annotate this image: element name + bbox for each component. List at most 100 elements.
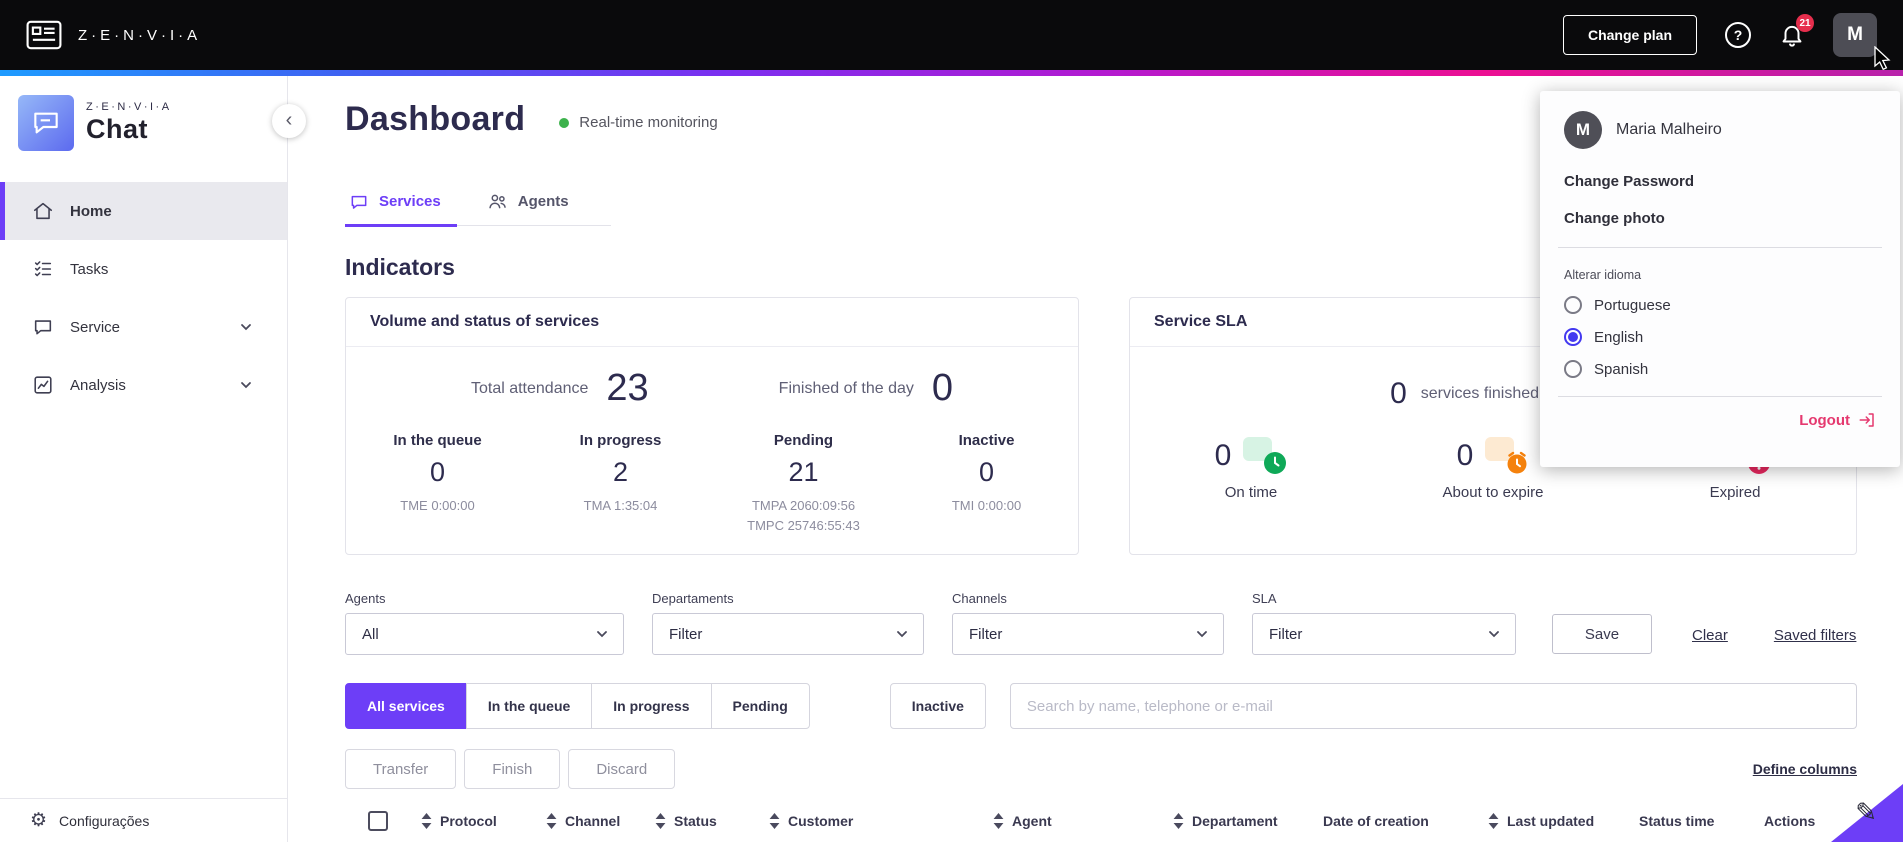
tab-label: Services [379,193,441,210]
sidebar-item-label: Service [70,318,121,336]
language-option-portuguese[interactable]: Portuguese [1564,296,1876,314]
filter-channels: Channels Filter [952,591,1224,655]
filter-agents: Agents All [345,591,624,655]
tab-bar: Services Agents [345,191,611,227]
departaments-select[interactable]: Filter [652,613,924,655]
menu-divider [1558,396,1882,397]
sidebar-item-label: Tasks [70,260,109,278]
radio-icon[interactable] [1564,360,1582,378]
column-header-date-of-creation[interactable]: Date of creation [1323,813,1488,829]
sidebar-item-label: Home [70,202,112,220]
notification-badge: 21 [1796,14,1814,32]
tasks-icon [32,258,54,280]
user-avatar[interactable]: M [1833,13,1877,57]
user-dropdown-menu: M Maria Malheiro Change Password Change … [1540,91,1900,467]
chat-bubble-icon [32,316,54,338]
column-header-status-time[interactable]: Status time [1639,813,1764,829]
language-option-spanish[interactable]: Spanish [1564,360,1876,378]
sidebar-item-service[interactable]: Service [0,298,287,356]
chat-logo-icon [18,95,74,151]
page-title: Dashboard [345,100,526,138]
sidebar-item-home[interactable]: Home [0,182,287,240]
column-header-departament[interactable]: Departament [1173,813,1323,829]
sla-stat-on-time: 0 On time [1130,437,1372,501]
tab-label: Agents [517,193,569,210]
sla-select[interactable]: Filter [1252,613,1516,655]
column-header-status[interactable]: Status [655,813,769,829]
segment-in-the-queue[interactable]: In the queue [465,683,593,729]
realtime-label: Real-time monitoring [579,114,718,131]
select-all-checkbox[interactable] [368,811,388,831]
change-plan-button[interactable]: Change plan [1562,15,1697,55]
volume-card-title: Volume and status of services [346,298,1078,347]
column-header-customer[interactable]: Customer [769,813,993,829]
pencil-icon[interactable]: ✎ [1855,797,1877,828]
help-icon[interactable]: ? [1725,22,1751,48]
column-header-agent[interactable]: Agent [993,813,1173,829]
filter-sla: SLA Filter [1252,591,1516,655]
sla-summary-value: 0 [1390,377,1407,410]
column-header-protocol[interactable]: Protocol [421,813,546,829]
finish-button[interactable]: Finish [464,749,561,789]
user-name: Maria Malheiro [1616,121,1722,138]
stat-inactive: Inactive 0 TMI 0:00:00 [951,432,1022,513]
sort-icon [1488,813,1499,829]
segment-all-services[interactable]: All services [345,683,467,729]
gear-icon: ⚙ [30,810,48,831]
logout-icon [1859,413,1874,427]
chevron-down-icon [897,631,907,638]
notifications-button[interactable]: 21 [1779,14,1814,48]
discard-button[interactable]: Discard [568,749,676,789]
sidebar-item-label: Analysis [70,376,126,394]
on-time-icon [1243,437,1287,475]
sort-icon [993,813,1004,829]
transfer-button[interactable]: Transfer [345,749,457,789]
chevron-down-icon [1489,631,1499,638]
save-filter-button[interactable]: Save [1552,614,1652,654]
radio-icon[interactable] [1564,296,1582,314]
radio-selected-icon[interactable] [1564,328,1582,346]
zenvia-logo-icon [26,20,62,50]
home-icon [32,200,54,222]
define-columns-link[interactable]: Define columns [1753,761,1857,777]
column-header-channel[interactable]: Channel [546,813,655,829]
status-dot [559,117,570,128]
sort-icon [421,813,432,829]
stat-in-progress: In progress 2 TMA 1:35:04 [579,432,662,513]
menu-divider [1558,247,1882,248]
service-list-controls: All services In the queue In progress Pe… [345,683,1857,729]
change-password-item[interactable]: Change Password [1564,173,1876,190]
segment-in-progress[interactable]: In progress [591,683,712,729]
language-option-english[interactable]: English [1564,328,1876,346]
tab-agents[interactable]: Agents [483,191,585,227]
sidebar-item-tasks[interactable]: Tasks [0,240,287,298]
total-attendance-label: Total attendance [470,379,589,397]
logout-button[interactable]: Logout [1564,411,1876,429]
channels-select[interactable]: Filter [952,613,1224,655]
search-input[interactable] [1009,683,1857,729]
sort-icon [546,813,557,829]
language-section-label: Alterar idioma [1564,268,1642,282]
agents-select[interactable]: All [345,613,624,655]
brand-text: Z·E·N·V·I·A [78,26,202,44]
agents-tab-icon [487,191,508,212]
product-logo: Z·E·N·V·I·A Chat [18,95,287,151]
sidebar-item-analysis[interactable]: Analysis [0,356,287,414]
segment-inactive[interactable]: Inactive [889,683,986,729]
finished-label: Finished of the day [778,379,914,397]
sidebar-collapse-button[interactable]: ‹ [272,104,306,138]
realtime-status: Real-time monitoring [559,114,718,131]
sidebar-item-settings[interactable]: ⚙ Configurações [0,798,287,842]
saved-filters-link[interactable]: Saved filters [1774,627,1857,644]
segment-pending[interactable]: Pending [710,683,810,729]
clear-filters-link[interactable]: Clear [1692,627,1728,644]
column-header-last-updated[interactable]: Last updated [1488,813,1639,829]
tab-services[interactable]: Services [345,191,457,227]
chevron-down-icon[interactable] [239,320,253,334]
bulk-actions-bar: Transfer Finish Discard Define columns [345,749,1857,789]
services-tab-icon [349,192,369,212]
sort-icon [655,813,666,829]
volume-status-card: Volume and status of services Total atte… [345,297,1079,555]
chevron-down-icon[interactable] [239,378,253,392]
change-photo-item[interactable]: Change photo [1564,210,1876,227]
